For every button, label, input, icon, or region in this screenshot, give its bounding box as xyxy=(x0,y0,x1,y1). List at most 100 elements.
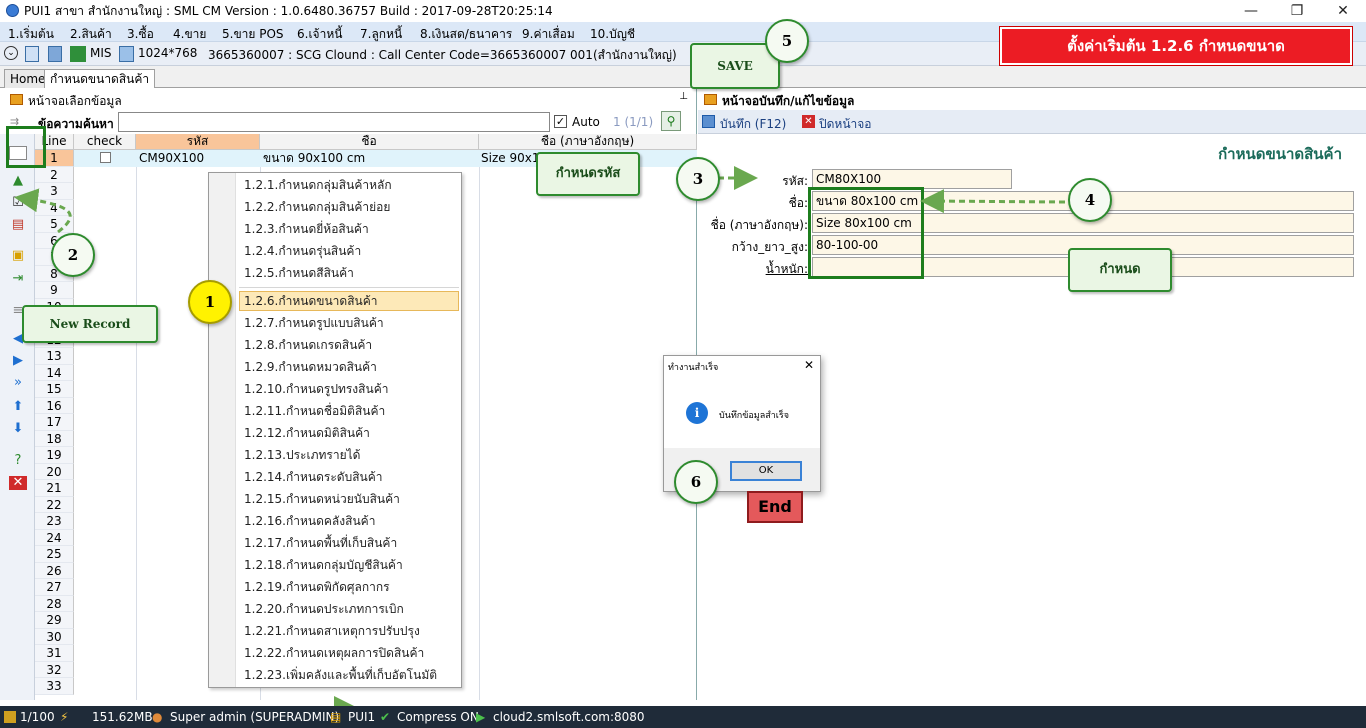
step-1-marker: 1 xyxy=(188,280,232,324)
menu-item-1-2-19[interactable]: 1.2.19.กำหนดพิกัดศุลกากร xyxy=(244,577,390,597)
menu-item-1-2-14[interactable]: 1.2.14.กำหนดระดับสินค้า xyxy=(244,467,383,487)
row-number[interactable]: 2 xyxy=(35,166,74,183)
menu-separator xyxy=(239,287,459,288)
move-down-icon[interactable]: ⬇ xyxy=(9,422,27,436)
move-up-icon[interactable]: ⬆ xyxy=(9,400,27,414)
fields-highlight xyxy=(808,187,924,279)
help-icon[interactable]: ? xyxy=(9,454,27,468)
last-icon[interactable]: » xyxy=(9,376,27,390)
row-number[interactable]: 24 xyxy=(35,529,74,546)
menu-item-1-2-11[interactable]: 1.2.11.กำหนดชื่อมิติสินค้า xyxy=(244,401,385,421)
new-record-highlight xyxy=(6,126,46,168)
row-number[interactable]: 31 xyxy=(35,645,74,662)
close-icon[interactable]: ✕ xyxy=(9,476,27,490)
search-icon[interactable]: ⚲ xyxy=(661,111,681,131)
menu-item-1-2-15[interactable]: 1.2.15.กำหนดหน่วยนับสินค้า xyxy=(244,489,400,509)
auto-checkbox[interactable]: ✓ xyxy=(554,115,567,128)
menu-item-1-2-4[interactable]: 1.2.4.กำหนดรุ่นสินค้า xyxy=(244,241,361,261)
row-number[interactable]: 19 xyxy=(35,447,74,464)
import-icon[interactable]: ⇥ xyxy=(9,272,27,286)
step-4-marker: 4 xyxy=(1068,178,1112,222)
save-button[interactable]: บันทึก (F12) xyxy=(720,115,786,134)
close-button[interactable]: ✕ xyxy=(1320,0,1366,22)
menu-item-1-2-10[interactable]: 1.2.10.กำหนดรูปทรงสินค้า xyxy=(244,379,388,399)
menu-item-1-2-7[interactable]: 1.2.7.กำหนดรูปแบบสินค้า xyxy=(244,313,384,333)
menu-item-1-2-23[interactable]: 1.2.23.เพิ่มคลังและพื้นที่เก็บอัตโนมัติ xyxy=(244,665,437,685)
row-number[interactable]: 25 xyxy=(35,546,74,563)
row-number[interactable]: 20 xyxy=(35,463,74,480)
menu-item-1-2-16[interactable]: 1.2.16.กำหนดคลังสินค้า xyxy=(244,511,375,531)
pin-icon[interactable]: ⊥ xyxy=(679,91,688,102)
menu-item-1-2-17[interactable]: 1.2.17.กำหนดพื้นที่เก็บสินค้า xyxy=(244,533,397,553)
row-number[interactable]: 26 xyxy=(35,562,74,579)
save-icon[interactable] xyxy=(702,115,715,128)
connection-info: 3665360007 : SCG Clound : Call Center Co… xyxy=(208,48,677,62)
menu-item-1-2-21[interactable]: 1.2.21.กำหนดสาเหตุการปรับปรุง xyxy=(244,621,420,641)
row-number[interactable]: 3 xyxy=(35,183,74,200)
code-input[interactable]: CM80X100 xyxy=(812,169,1012,189)
menu-item-1-2-8[interactable]: 1.2.8.กำหนดเกรดสินค้า xyxy=(244,335,372,355)
row-number[interactable]: 32 xyxy=(35,661,74,678)
row-number[interactable]: 18 xyxy=(35,430,74,447)
dialog-close-button[interactable]: ✕ xyxy=(804,358,814,372)
tab-bar: Home กำหนดขนาดสินค้า xyxy=(0,66,1366,89)
row-number[interactable]: 13 xyxy=(35,348,74,365)
maximize-button[interactable]: ❐ xyxy=(1274,0,1320,22)
chart-icon[interactable] xyxy=(70,46,86,62)
menu-item-1-2-3[interactable]: 1.2.3.กำหนดยี่ห้อสินค้า xyxy=(244,219,369,239)
row-number[interactable]: 22 xyxy=(35,496,74,513)
search-input[interactable] xyxy=(118,112,550,132)
delete-icon[interactable]: ▤ xyxy=(9,218,27,232)
menu-item-1-2-6[interactable]: 1.2.6.กำหนดขนาดสินค้า xyxy=(239,291,459,311)
col-header-code[interactable]: รหัส xyxy=(136,134,260,150)
mis-label[interactable]: MIS xyxy=(90,46,112,60)
lock-icon[interactable]: ▣ xyxy=(9,249,27,263)
menu-item-1-2-20[interactable]: 1.2.20.กำหนดประเภทการเบิก xyxy=(244,599,404,619)
chevron-down-icon[interactable]: ⌄ xyxy=(4,46,18,60)
edit-icon[interactable]: ☑ xyxy=(9,196,27,210)
callout-new-record: New Record xyxy=(22,305,158,343)
check-icon: ✔ xyxy=(380,710,391,724)
col-header-check[interactable]: check xyxy=(74,134,136,150)
row-number[interactable]: 29 xyxy=(35,612,74,629)
row-number[interactable]: 14 xyxy=(35,364,74,381)
row-number[interactable]: 5 xyxy=(35,216,74,233)
column-divider xyxy=(479,150,480,700)
row-number[interactable]: 17 xyxy=(35,414,74,431)
row-number[interactable]: 21 xyxy=(35,480,74,497)
row-number[interactable]: 28 xyxy=(35,595,74,612)
tab-product-size[interactable]: กำหนดขนาดสินค้า xyxy=(44,69,156,89)
step-5-marker: 5 xyxy=(765,19,809,63)
up-arrow-icon[interactable]: ▲ xyxy=(9,174,27,188)
dialog-message: บันทึกข้อมูลสำเร็จ xyxy=(719,411,789,421)
callout-define: กำหนด xyxy=(1068,248,1172,292)
col-header-name[interactable]: ชื่อ xyxy=(260,134,479,150)
row-number[interactable]: 16 xyxy=(35,397,74,414)
close-form-button[interactable]: ปิดหน้าจอ xyxy=(819,115,872,134)
row-checkbox[interactable] xyxy=(100,152,111,163)
row-number[interactable]: 30 xyxy=(35,628,74,645)
ok-button[interactable]: OK xyxy=(730,461,802,481)
menu-item-1-2-9[interactable]: 1.2.9.กำหนดหมวดสินค้า xyxy=(244,357,377,377)
menu-item-1-2-18[interactable]: 1.2.18.กำหนดกลุ่มบัญชีสินค้า xyxy=(244,555,403,575)
close-form-icon[interactable]: ✕ xyxy=(802,115,815,128)
calculator-icon[interactable] xyxy=(48,46,62,62)
menu-item-1-2-1[interactable]: 1.2.1.กำหนดกลุ่มสินค้าหลัก xyxy=(244,175,392,195)
row-number[interactable]: 27 xyxy=(35,579,74,596)
col-header-name-en[interactable]: ชื่อ (ภาษาอังกฤษ) xyxy=(479,134,697,150)
window-icon[interactable] xyxy=(25,46,39,62)
user-name: Super admin (SUPERADMIN) xyxy=(170,710,340,724)
row-number[interactable]: 33 xyxy=(35,678,74,695)
next-icon[interactable]: ▶ xyxy=(9,354,27,368)
row-number[interactable]: 4 xyxy=(35,199,74,216)
menu-item-1-2-12[interactable]: 1.2.12.กำหนดมิติสินค้า xyxy=(244,423,370,443)
minimize-button[interactable]: — xyxy=(1228,0,1274,22)
dialog-title: ทำงานสำเร็จ xyxy=(668,363,719,373)
row-number[interactable]: 9 xyxy=(35,282,74,299)
row-number[interactable]: 15 xyxy=(35,381,74,398)
menu-item-1-2-2[interactable]: 1.2.2.กำหนดกลุ่มสินค้าย่อย xyxy=(244,197,390,217)
row-number[interactable]: 23 xyxy=(35,513,74,530)
menu-item-1-2-5[interactable]: 1.2.5.กำหนดสีสินค้า xyxy=(244,263,354,283)
menu-item-1-2-13[interactable]: 1.2.13.ประเภทรายได้ xyxy=(244,445,360,465)
menu-item-1-2-22[interactable]: 1.2.22.กำหนดเหตุผลการปิดสินค้า xyxy=(244,643,424,663)
